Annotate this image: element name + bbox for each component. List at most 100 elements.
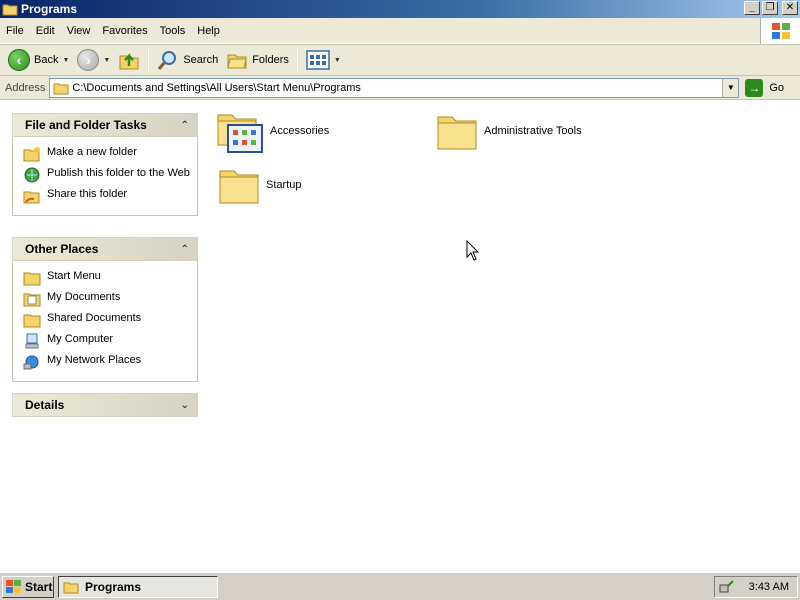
window-title: Programs — [21, 2, 78, 16]
title-bar[interactable]: Programs _ ❐ ✕ — [0, 0, 800, 18]
collapse-chevron-icon[interactable]: ⌃ — [181, 244, 189, 255]
place-my-network-places[interactable]: My Network Places — [23, 354, 191, 370]
other-places-panel: Other Places ⌃ Start Menu My Documents S… — [12, 237, 198, 382]
forward-button[interactable]: › ▼ — [73, 46, 114, 74]
system-tray: 3:43 AM — [714, 576, 798, 598]
address-value: C:\Documents and Settings\All Users\Star… — [72, 81, 361, 94]
place-label: Shared Documents — [47, 312, 142, 324]
place-my-documents[interactable]: My Documents — [23, 291, 191, 307]
place-my-computer[interactable]: My Computer — [23, 333, 191, 349]
task-label: Make a new folder — [47, 146, 137, 158]
search-icon — [158, 51, 177, 70]
search-button[interactable]: Search — [153, 46, 222, 74]
chevron-down-icon[interactable]: ▼ — [103, 57, 110, 64]
file-item-startup[interactable]: Startup — [218, 165, 301, 205]
task-publish-web[interactable]: Publish this folder to the Web — [23, 167, 191, 183]
my-documents-icon — [23, 293, 41, 307]
menu-favorites[interactable]: Favorites — [96, 25, 153, 37]
panel-title: File and Folder Tasks — [25, 118, 147, 132]
file-item-administrative-tools[interactable]: Administrative Tools — [436, 111, 582, 151]
go-label: Go — [769, 81, 785, 94]
chevron-down-icon[interactable]: ▼ — [62, 57, 69, 64]
place-label: My Documents — [47, 291, 121, 303]
taskbar-window-title: Programs — [85, 579, 142, 594]
views-icon — [306, 50, 330, 70]
folder-icon — [219, 170, 259, 204]
file-folder-tasks-panel: File and Folder Tasks ⌃ Make a new folde… — [12, 113, 198, 216]
panel-body: Start Menu My Documents Shared Documents — [12, 261, 198, 382]
go-arrow-icon: → — [745, 78, 764, 97]
place-label: My Network Places — [47, 354, 142, 366]
panel-header[interactable]: Other Places ⌃ — [12, 237, 198, 261]
file-name: Accessories — [270, 125, 330, 137]
task-pane: File and Folder Tasks ⌃ Make a new folde… — [0, 101, 210, 572]
folder-icon — [2, 4, 18, 16]
address-input[interactable]: C:\Documents and Settings\All Users\Star… — [49, 77, 740, 98]
folders-label: Folders — [252, 54, 289, 66]
menu-help[interactable]: Help — [191, 25, 226, 37]
folders-icon — [227, 54, 247, 69]
toolbar-separator — [296, 48, 298, 72]
address-dropdown-button[interactable]: ▼ — [722, 78, 739, 97]
mouse-cursor-icon — [466, 240, 480, 261]
expand-chevron-icon[interactable]: ⌄ — [181, 400, 189, 411]
panel-header[interactable]: File and Folder Tasks ⌃ — [12, 113, 198, 137]
folder-icon — [63, 582, 79, 593]
menu-tools[interactable]: Tools — [154, 25, 192, 37]
menu-view[interactable]: View — [61, 25, 97, 37]
folder-icon — [23, 314, 41, 328]
minimize-button[interactable]: _ — [744, 1, 760, 15]
file-name: Startup — [266, 179, 302, 191]
clock[interactable]: 3:43 AM — [749, 581, 789, 593]
menu-bar: File Edit View Favorites Tools Help — [0, 18, 800, 44]
task-label: Publish this folder to the Web — [47, 167, 190, 179]
network-places-icon — [23, 355, 39, 370]
up-folder-button[interactable] — [114, 46, 144, 74]
restore-button[interactable]: ❐ — [762, 1, 778, 15]
place-shared-documents[interactable]: Shared Documents — [23, 312, 191, 328]
forward-arrow-icon: › — [77, 49, 100, 71]
panel-title: Details — [25, 398, 65, 412]
details-panel: Details ⌄ — [12, 393, 198, 417]
windows-logo-icon — [760, 18, 800, 44]
start-button[interactable]: Start — [2, 575, 54, 598]
taskbar: Start Programs 3:43 AM — [0, 572, 800, 600]
taskbar-window-programs[interactable]: Programs — [58, 575, 218, 598]
collapse-chevron-icon[interactable]: ⌃ — [181, 120, 189, 131]
folder-icon — [53, 83, 69, 94]
file-item-accessories[interactable]: Accessories — [216, 109, 329, 153]
panel-title: Other Places — [25, 242, 99, 256]
place-label: My Computer — [47, 333, 114, 345]
windows-logo-icon — [6, 579, 21, 593]
menu-file[interactable]: File — [0, 25, 30, 37]
up-folder-icon — [119, 52, 139, 70]
network-tray-icon[interactable] — [719, 580, 735, 594]
panel-header[interactable]: Details ⌄ — [12, 393, 198, 417]
views-button[interactable]: ▼ — [302, 46, 345, 74]
publish-web-icon — [24, 167, 40, 183]
back-arrow-icon: ‹ — [8, 49, 30, 71]
back-button[interactable]: ‹ Back ▼ — [4, 46, 73, 74]
back-label: Back — [34, 54, 59, 66]
panel-body: Make a new folder Publish this folder to… — [12, 137, 198, 216]
share-folder-icon — [23, 191, 40, 204]
address-bar: Address C:\Documents and Settings\All Us… — [0, 76, 800, 100]
my-computer-icon — [25, 333, 39, 349]
close-button[interactable]: ✕ — [782, 1, 798, 15]
place-label: Start Menu — [47, 270, 101, 282]
toolbar-separator — [148, 48, 150, 72]
menu-edit[interactable]: Edit — [30, 25, 61, 37]
go-button[interactable]: → Go — [745, 78, 785, 97]
task-share-folder[interactable]: Share this folder — [23, 188, 191, 204]
folder-icon — [23, 272, 41, 286]
task-make-new-folder[interactable]: Make a new folder — [23, 146, 191, 162]
address-label: Address — [5, 81, 46, 94]
folders-button[interactable]: Folders — [222, 46, 293, 74]
accessories-folder-icon — [217, 114, 263, 153]
chevron-down-icon[interactable]: ▼ — [334, 57, 341, 64]
folder-icon — [437, 116, 477, 150]
search-label: Search — [183, 54, 219, 66]
place-start-menu[interactable]: Start Menu — [23, 270, 191, 286]
file-name: Administrative Tools — [484, 125, 582, 137]
task-label: Share this folder — [47, 188, 128, 200]
